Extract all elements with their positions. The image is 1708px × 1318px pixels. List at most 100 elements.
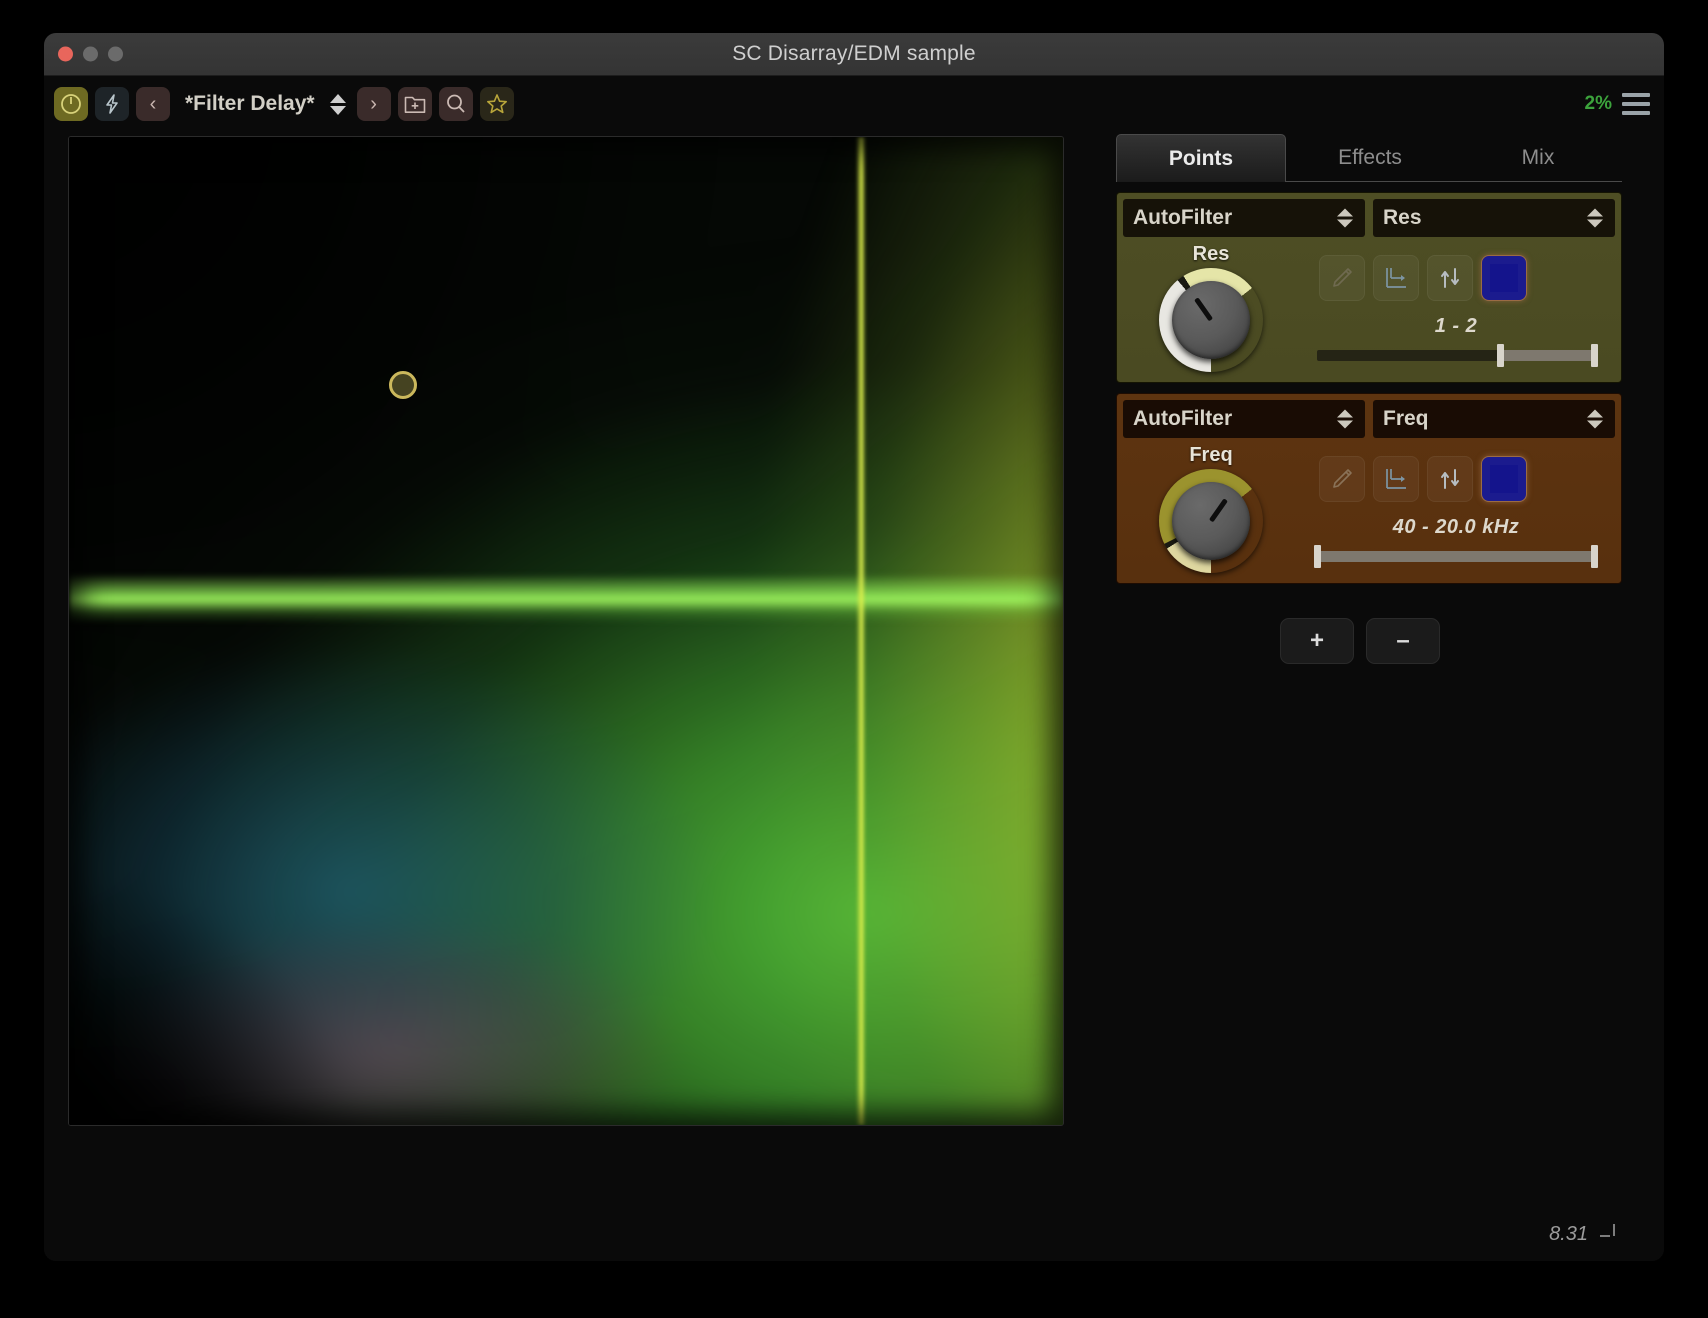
- tab-effects-label: Effects: [1338, 145, 1402, 169]
- slider-handle-high[interactable]: [1591, 344, 1598, 367]
- param-freq-color-button[interactable]: [1481, 456, 1527, 502]
- stepper-down-icon: [329, 105, 346, 115]
- tab-mix-label: Mix: [1521, 145, 1555, 169]
- next-preset-button[interactable]: ›: [356, 87, 391, 121]
- xy-visualizer[interactable]: [68, 136, 1064, 1126]
- right-panel: Points Effects Mix AutoFilter Res Res 1 …: [1080, 132, 1640, 1261]
- window-titlebar: SC Disarray/EDM sample: [44, 33, 1664, 76]
- tab-effects[interactable]: Effects: [1286, 134, 1454, 182]
- color-swatch-icon: [1490, 264, 1518, 292]
- param-res-parameter-label: Res: [1383, 206, 1422, 229]
- param-freq-controls: Freq 40 - 20.0 kHz: [1117, 438, 1621, 573]
- close-button[interactable]: [58, 46, 73, 62]
- slider-handle-low[interactable]: [1314, 545, 1321, 568]
- slider-handle-high[interactable]: [1591, 545, 1598, 568]
- folder-add-icon: [403, 93, 427, 115]
- param-res-range-slider[interactable]: [1317, 344, 1598, 367]
- power-icon: [60, 93, 82, 115]
- param-freq-parameter-select[interactable]: Freq: [1373, 400, 1615, 438]
- resize-grip-icon[interactable]: [1598, 1220, 1620, 1240]
- chevron-updown-icon: [1337, 409, 1353, 429]
- search-icon: [444, 92, 468, 116]
- remove-point-button[interactable]: –: [1366, 618, 1440, 664]
- slider-fill: [1317, 551, 1595, 562]
- save-preset-button[interactable]: [397, 87, 432, 121]
- plugin-toolbar: ‹ *Filter Delay* › 2%: [44, 76, 1664, 132]
- hamburger-menu-icon[interactable]: [1622, 89, 1652, 119]
- chevron-updown-icon: [1337, 208, 1353, 228]
- pencil-icon: [1329, 265, 1355, 291]
- param-freq-parameter-label: Freq: [1383, 407, 1429, 430]
- color-swatch-icon: [1490, 465, 1518, 493]
- param-freq-range-value: 40 - 20.0 kHz: [1392, 516, 1520, 538]
- param-res-step-button[interactable]: [1373, 255, 1419, 301]
- param-res-device-select[interactable]: AutoFilter: [1123, 199, 1365, 237]
- step-icon: [1382, 466, 1410, 492]
- tab-points[interactable]: Points: [1116, 134, 1286, 182]
- lightning-icon: [102, 93, 122, 115]
- point-actions: + –: [1080, 618, 1640, 664]
- param-freq-range-slider[interactable]: [1314, 545, 1598, 568]
- param-res-controls: Res 1 - 2: [1117, 237, 1621, 372]
- app-root: SC Disarray/EDM sample ‹ *Filter Delay* …: [0, 0, 1708, 1318]
- updown-arrows-icon: [1436, 265, 1464, 291]
- param-res-right-column: 1 - 2: [1295, 243, 1611, 372]
- param-freq-selectors: AutoFilter Freq: [1117, 394, 1621, 438]
- star-icon: [485, 92, 509, 116]
- footer-status: 8.31: [1549, 1220, 1620, 1246]
- slider-handle-low[interactable]: [1497, 344, 1505, 367]
- param-freq-knob-label: Freq: [1189, 444, 1233, 466]
- plugin-window: SC Disarray/EDM sample ‹ *Filter Delay* …: [44, 33, 1664, 1261]
- plugin-body: Points Effects Mix AutoFilter Res Res 1 …: [44, 132, 1664, 1261]
- stepper-up-icon: [329, 93, 346, 103]
- param-res-icon-row: [1301, 243, 1611, 301]
- param-freq-icon-row: [1301, 444, 1611, 502]
- favorite-button[interactable]: [479, 87, 514, 121]
- slider-fill: [1500, 350, 1595, 361]
- minimize-button[interactable]: [83, 46, 98, 62]
- xy-point-marker[interactable]: [388, 370, 417, 399]
- param-slot-res: AutoFilter Res Res 1 - 2: [1116, 192, 1622, 383]
- visualizer-canvas[interactable]: [69, 137, 1063, 1125]
- param-res-parameter-select[interactable]: Res: [1373, 199, 1615, 237]
- tab-mix[interactable]: Mix: [1454, 134, 1622, 182]
- chevron-left-icon: ‹: [149, 93, 157, 115]
- updown-arrows-icon: [1436, 466, 1464, 492]
- search-presets-button[interactable]: [438, 87, 473, 121]
- param-res-selectors: AutoFilter Res: [1117, 193, 1621, 237]
- param-res-knob[interactable]: [1159, 268, 1263, 372]
- pencil-icon: [1329, 466, 1355, 492]
- param-res-range-value: 1 - 2: [1434, 315, 1478, 337]
- window-traffic-lights: [58, 46, 123, 62]
- bypass-button[interactable]: [95, 87, 129, 121]
- tab-points-label: Points: [1168, 146, 1234, 170]
- preset-stepper[interactable]: [329, 89, 347, 119]
- param-freq-device-select[interactable]: AutoFilter: [1123, 400, 1365, 438]
- param-freq-knob[interactable]: [1159, 469, 1263, 573]
- zoom-button[interactable]: [108, 46, 123, 62]
- param-freq-updown-button[interactable]: [1427, 456, 1473, 502]
- footer-value: 8.31: [1549, 1223, 1588, 1245]
- param-res-color-button[interactable]: [1481, 255, 1527, 301]
- chevron-updown-icon: [1587, 208, 1603, 228]
- param-res-knob-column: Res: [1127, 243, 1295, 372]
- add-point-button[interactable]: +: [1280, 618, 1354, 664]
- window-title: SC Disarray/EDM sample: [732, 42, 976, 65]
- param-freq-right-column: 40 - 20.0 kHz: [1295, 444, 1611, 573]
- panel-tabs: Points Effects Mix: [1116, 134, 1622, 182]
- param-res-range-area: 1 - 2: [1301, 301, 1611, 367]
- preset-name[interactable]: *Filter Delay*: [185, 92, 315, 116]
- param-freq-step-button[interactable]: [1373, 456, 1419, 502]
- param-res-device-label: AutoFilter: [1133, 206, 1233, 229]
- param-res-updown-button[interactable]: [1427, 255, 1473, 301]
- param-freq-draw-button[interactable]: [1319, 456, 1365, 502]
- previous-preset-button[interactable]: ‹: [136, 87, 170, 121]
- power-button[interactable]: [54, 87, 88, 121]
- param-res-draw-button[interactable]: [1319, 255, 1365, 301]
- param-res-knob-label: Res: [1192, 243, 1230, 265]
- chevron-updown-icon: [1587, 409, 1603, 429]
- param-freq-device-label: AutoFilter: [1133, 407, 1233, 430]
- knob-cap: [1172, 281, 1250, 359]
- vignette-layer: [69, 137, 1063, 1125]
- param-freq-range-area: 40 - 20.0 kHz: [1301, 502, 1611, 568]
